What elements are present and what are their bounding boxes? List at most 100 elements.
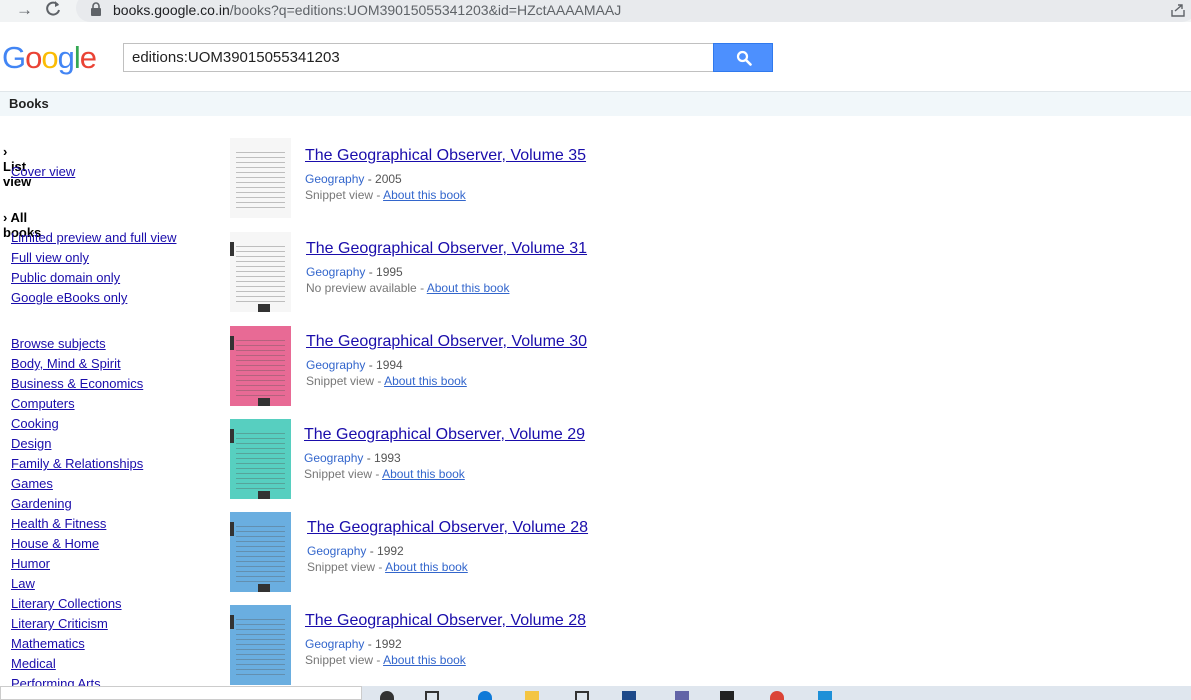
subject-link[interactable]: Design xyxy=(11,436,51,451)
subject-link[interactable]: Medical xyxy=(11,656,56,671)
book-subject[interactable]: Geography xyxy=(306,358,365,372)
about-book-link[interactable]: About this book xyxy=(427,281,510,295)
subject-link[interactable]: Humor xyxy=(11,556,50,571)
view-status: Snippet view xyxy=(305,188,374,202)
about-book-link[interactable]: About this book xyxy=(383,653,466,667)
separator: - xyxy=(374,374,385,388)
logo-letter: o xyxy=(41,40,58,75)
subject-link[interactable]: Mathematics xyxy=(11,636,85,651)
book-cover[interactable] xyxy=(230,419,291,499)
url-text[interactable]: books.google.co.in/books?q=editions:UOM3… xyxy=(113,1,621,19)
taskbar-search-box[interactable] xyxy=(0,686,362,700)
subject-link[interactable]: House & Home xyxy=(11,536,99,551)
cortana-icon[interactable] xyxy=(380,691,394,700)
book-year: - 1992 xyxy=(364,637,402,651)
book-view-row: No preview available - About this book xyxy=(306,281,509,295)
magnifier-icon xyxy=(736,50,752,66)
separator: - xyxy=(373,653,384,667)
teams-icon[interactable] xyxy=(675,691,689,700)
subject-link[interactable]: Body, Mind & Spirit xyxy=(11,356,121,371)
view-status: Snippet view xyxy=(304,467,373,481)
book-subject[interactable]: Geography xyxy=(304,451,363,465)
book-meta: Geography - 1992 xyxy=(305,637,402,651)
book-title-link[interactable]: The Geographical Observer, Volume 29 xyxy=(304,426,585,444)
chrome-icon[interactable] xyxy=(770,691,784,700)
filter-full-view[interactable]: Full view only xyxy=(11,250,89,265)
book-title-link[interactable]: The Geographical Observer, Volume 28 xyxy=(307,519,588,537)
browser-address-bar: → books.google.co.in/books?q=editions:UO… xyxy=(0,0,1191,22)
filter-google-ebooks[interactable]: Google eBooks only xyxy=(11,290,127,305)
app-icon[interactable] xyxy=(818,691,832,700)
store-icon[interactable] xyxy=(575,691,589,700)
subject-link[interactable]: Computers xyxy=(11,396,75,411)
book-year: - 1992 xyxy=(366,544,404,558)
subject-link[interactable]: Games xyxy=(11,476,53,491)
view-status: Snippet view xyxy=(306,374,375,388)
book-subject[interactable]: Geography xyxy=(305,172,364,186)
filter-limited-preview[interactable]: Limited preview and full view xyxy=(11,230,176,245)
subject-link[interactable]: Gardening xyxy=(11,496,72,511)
view-status: Snippet view xyxy=(305,653,374,667)
book-meta: Geography - 1995 xyxy=(306,265,403,279)
app-icon[interactable] xyxy=(720,691,734,700)
logo-letter: g xyxy=(57,40,75,75)
cover-view-link[interactable]: Cover view xyxy=(11,164,75,179)
book-title-link[interactable]: The Geographical Observer, Volume 30 xyxy=(306,333,587,351)
book-view-row: Snippet view - About this book xyxy=(306,374,467,388)
task-view-icon[interactable] xyxy=(425,691,439,700)
book-title-link[interactable]: The Geographical Observer, Volume 28 xyxy=(305,612,586,630)
arrow-forward-icon[interactable]: → xyxy=(16,1,33,19)
page: → books.google.co.in/books?q=editions:UO… xyxy=(0,0,1191,700)
view-status: No preview available xyxy=(306,281,417,295)
logo-letter: e xyxy=(79,40,97,75)
subject-link[interactable]: Literary Criticism xyxy=(11,616,108,631)
search-button[interactable] xyxy=(713,43,773,72)
books-bar: Books xyxy=(0,91,1191,116)
book-subject[interactable]: Geography xyxy=(305,637,364,651)
book-view-row: Snippet view - About this book xyxy=(305,653,466,667)
book-title-link[interactable]: The Geographical Observer, Volume 35 xyxy=(305,147,586,165)
reload-icon[interactable] xyxy=(44,0,62,24)
book-year: - 1995 xyxy=(365,265,403,279)
about-book-link[interactable]: About this book xyxy=(384,374,467,388)
share-icon[interactable] xyxy=(1170,2,1186,23)
separator: - xyxy=(416,281,427,295)
book-year: - 1994 xyxy=(365,358,403,372)
book-cover[interactable] xyxy=(230,605,291,685)
book-title-link[interactable]: The Geographical Observer, Volume 31 xyxy=(306,240,587,258)
search-input[interactable] xyxy=(123,43,713,72)
book-cover[interactable] xyxy=(230,232,291,312)
subject-link[interactable]: Cooking xyxy=(11,416,59,431)
about-book-link[interactable]: About this book xyxy=(385,560,468,574)
subject-link[interactable]: Law xyxy=(11,576,35,591)
book-subject[interactable]: Geography xyxy=(306,265,365,279)
book-meta: Geography - 2005 xyxy=(305,172,402,186)
lock-icon[interactable] xyxy=(90,2,102,21)
filter-public-domain[interactable]: Public domain only xyxy=(11,270,120,285)
subject-link[interactable]: Health & Fitness xyxy=(11,516,106,531)
book-cover[interactable] xyxy=(230,326,291,406)
separator: - xyxy=(372,467,383,481)
browse-subjects-link[interactable]: Browse subjects xyxy=(11,336,106,351)
logo-letter: G xyxy=(2,40,26,75)
book-meta: Geography - 1992 xyxy=(307,544,404,558)
logo-letter: o xyxy=(25,40,42,75)
separator: - xyxy=(373,188,384,202)
book-cover[interactable] xyxy=(230,138,291,218)
google-logo[interactable]: Google xyxy=(2,38,97,78)
subject-link[interactable]: Literary Collections xyxy=(11,596,122,611)
about-book-link[interactable]: About this book xyxy=(382,467,465,481)
subject-link[interactable]: Family & Relationships xyxy=(11,456,143,471)
subject-link[interactable]: Business & Economics xyxy=(11,376,143,391)
book-year: - 1993 xyxy=(363,451,401,465)
books-label: Books xyxy=(9,96,49,111)
about-book-link[interactable]: About this book xyxy=(383,188,466,202)
mail-icon[interactable] xyxy=(622,691,636,700)
file-explorer-icon[interactable] xyxy=(525,691,539,700)
book-cover[interactable] xyxy=(230,512,291,592)
book-view-row: Snippet view - About this book xyxy=(305,188,466,202)
url-path: /books?q=editions:UOM39015055341203&id=H… xyxy=(229,2,622,18)
book-subject[interactable]: Geography xyxy=(307,544,366,558)
separator: - xyxy=(375,560,386,574)
edge-icon[interactable] xyxy=(478,691,492,700)
